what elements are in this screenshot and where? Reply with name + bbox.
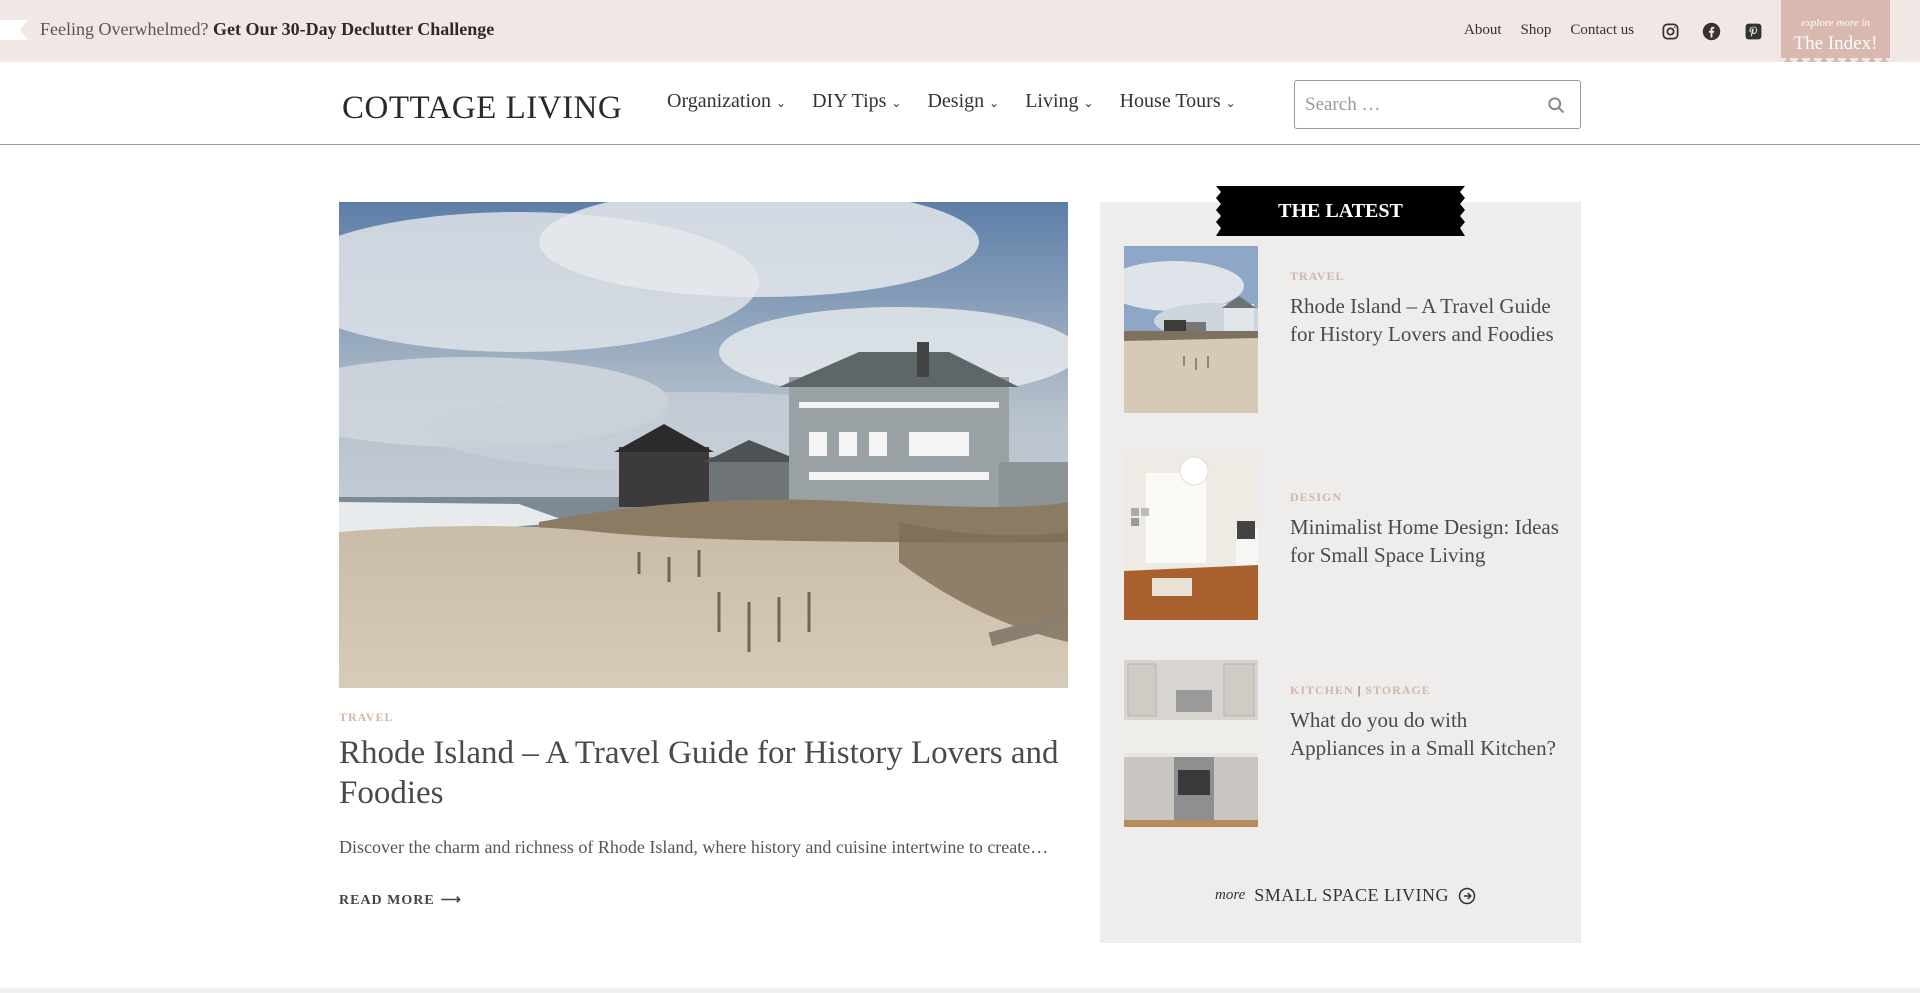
promo-cta[interactable]: Get Our 30-Day Declutter Challenge (213, 19, 494, 39)
category-separator: | (1357, 683, 1362, 697)
article-title[interactable]: Rhode Island – A Travel Guide for Histor… (339, 733, 1068, 813)
chevron-down-icon: ⌄ (776, 96, 787, 110)
post-thumbnail[interactable] (1124, 453, 1258, 620)
flag-ribbon-icon (0, 20, 28, 40)
search-input[interactable] (1295, 81, 1525, 128)
latest-heading: THE LATEST (1216, 186, 1465, 236)
top-link-contact[interactable]: Contact us (1570, 22, 1634, 39)
chevron-down-icon: ⌄ (891, 96, 902, 110)
more-category-label: SMALL SPACE LIVING (1254, 885, 1449, 905)
post-title[interactable]: What do you do with Appliances in a Smal… (1290, 707, 1560, 762)
nav-item-diy-tips[interactable]: DIY Tips ⌄ (812, 90, 901, 113)
nav-item-house-tours[interactable]: House Tours ⌄ (1120, 90, 1236, 113)
search-icon[interactable] (1546, 95, 1566, 115)
post-title[interactable]: Minimalist Home Design: Ideas for Small … (1290, 514, 1560, 569)
nav-label: Organization (667, 90, 772, 112)
more-prefix: more (1215, 887, 1246, 903)
promo-lead: Feeling Overwhelmed? (40, 19, 209, 39)
site-logo[interactable]: COTTAGE LIVING (342, 90, 622, 127)
nav-label: Living (1025, 90, 1079, 112)
top-links: About Shop Contact us (1464, 22, 1634, 39)
main-nav: Organization ⌄ DIY Tips ⌄ Design ⌄ Livin… (667, 90, 1236, 113)
post-category[interactable]: TRAVEL (1290, 269, 1344, 284)
nav-item-organization[interactable]: Organization ⌄ (667, 90, 786, 113)
pinterest-icon[interactable] (1743, 21, 1763, 41)
facebook-icon[interactable] (1701, 21, 1721, 41)
article-excerpt: Discover the charm and richness of Rhode… (339, 837, 1049, 857)
instagram-icon[interactable] (1660, 21, 1680, 41)
index-tab-small: explore more in (1801, 17, 1870, 29)
post-title[interactable]: Rhode Island – A Travel Guide for Histor… (1290, 293, 1560, 348)
nav-label: Design (927, 90, 985, 112)
announcement-bar: Feeling Overwhelmed? Get Our 30-Day Decl… (0, 0, 1920, 78)
arrow-circle-right-icon (1458, 887, 1476, 904)
post-category[interactable]: DESIGN (1290, 490, 1342, 505)
promo-link[interactable]: Feeling Overwhelmed? Get Our 30-Day Decl… (40, 19, 494, 40)
nav-label: DIY Tips (812, 90, 887, 112)
read-more-link[interactable]: READ MORE ⟶ (339, 892, 462, 909)
post-thumbnail[interactable] (1124, 660, 1258, 827)
index-tab-big: The Index! (1793, 33, 1878, 54)
arrow-right-icon: ⟶ (440, 893, 462, 908)
nav-label: House Tours (1119, 90, 1221, 112)
page-divider (0, 988, 1920, 993)
site-header: COTTAGE LIVING Organization ⌄ DIY Tips ⌄… (0, 62, 1920, 145)
more-category-link[interactable]: more SMALL SPACE LIVING (1215, 885, 1476, 906)
search-box (1294, 80, 1581, 129)
nav-item-living[interactable]: Living ⌄ (1025, 90, 1093, 113)
chevron-down-icon: ⌄ (1225, 96, 1236, 110)
chevron-down-icon: ⌄ (1083, 96, 1094, 110)
post-category[interactable]: STORAGE (1365, 683, 1430, 697)
top-link-about[interactable]: About (1464, 22, 1502, 39)
chevron-down-icon: ⌄ (989, 96, 1000, 110)
post-categories: KITCHEN | STORAGE (1290, 683, 1431, 698)
read-more-label: READ MORE (339, 892, 435, 908)
post-category[interactable]: KITCHEN (1290, 683, 1354, 697)
nav-item-design[interactable]: Design ⌄ (927, 90, 999, 113)
top-link-shop[interactable]: Shop (1521, 22, 1552, 39)
post-thumbnail[interactable] (1124, 246, 1258, 413)
featured-image[interactable] (339, 202, 1068, 688)
article-category[interactable]: TRAVEL (339, 710, 393, 725)
